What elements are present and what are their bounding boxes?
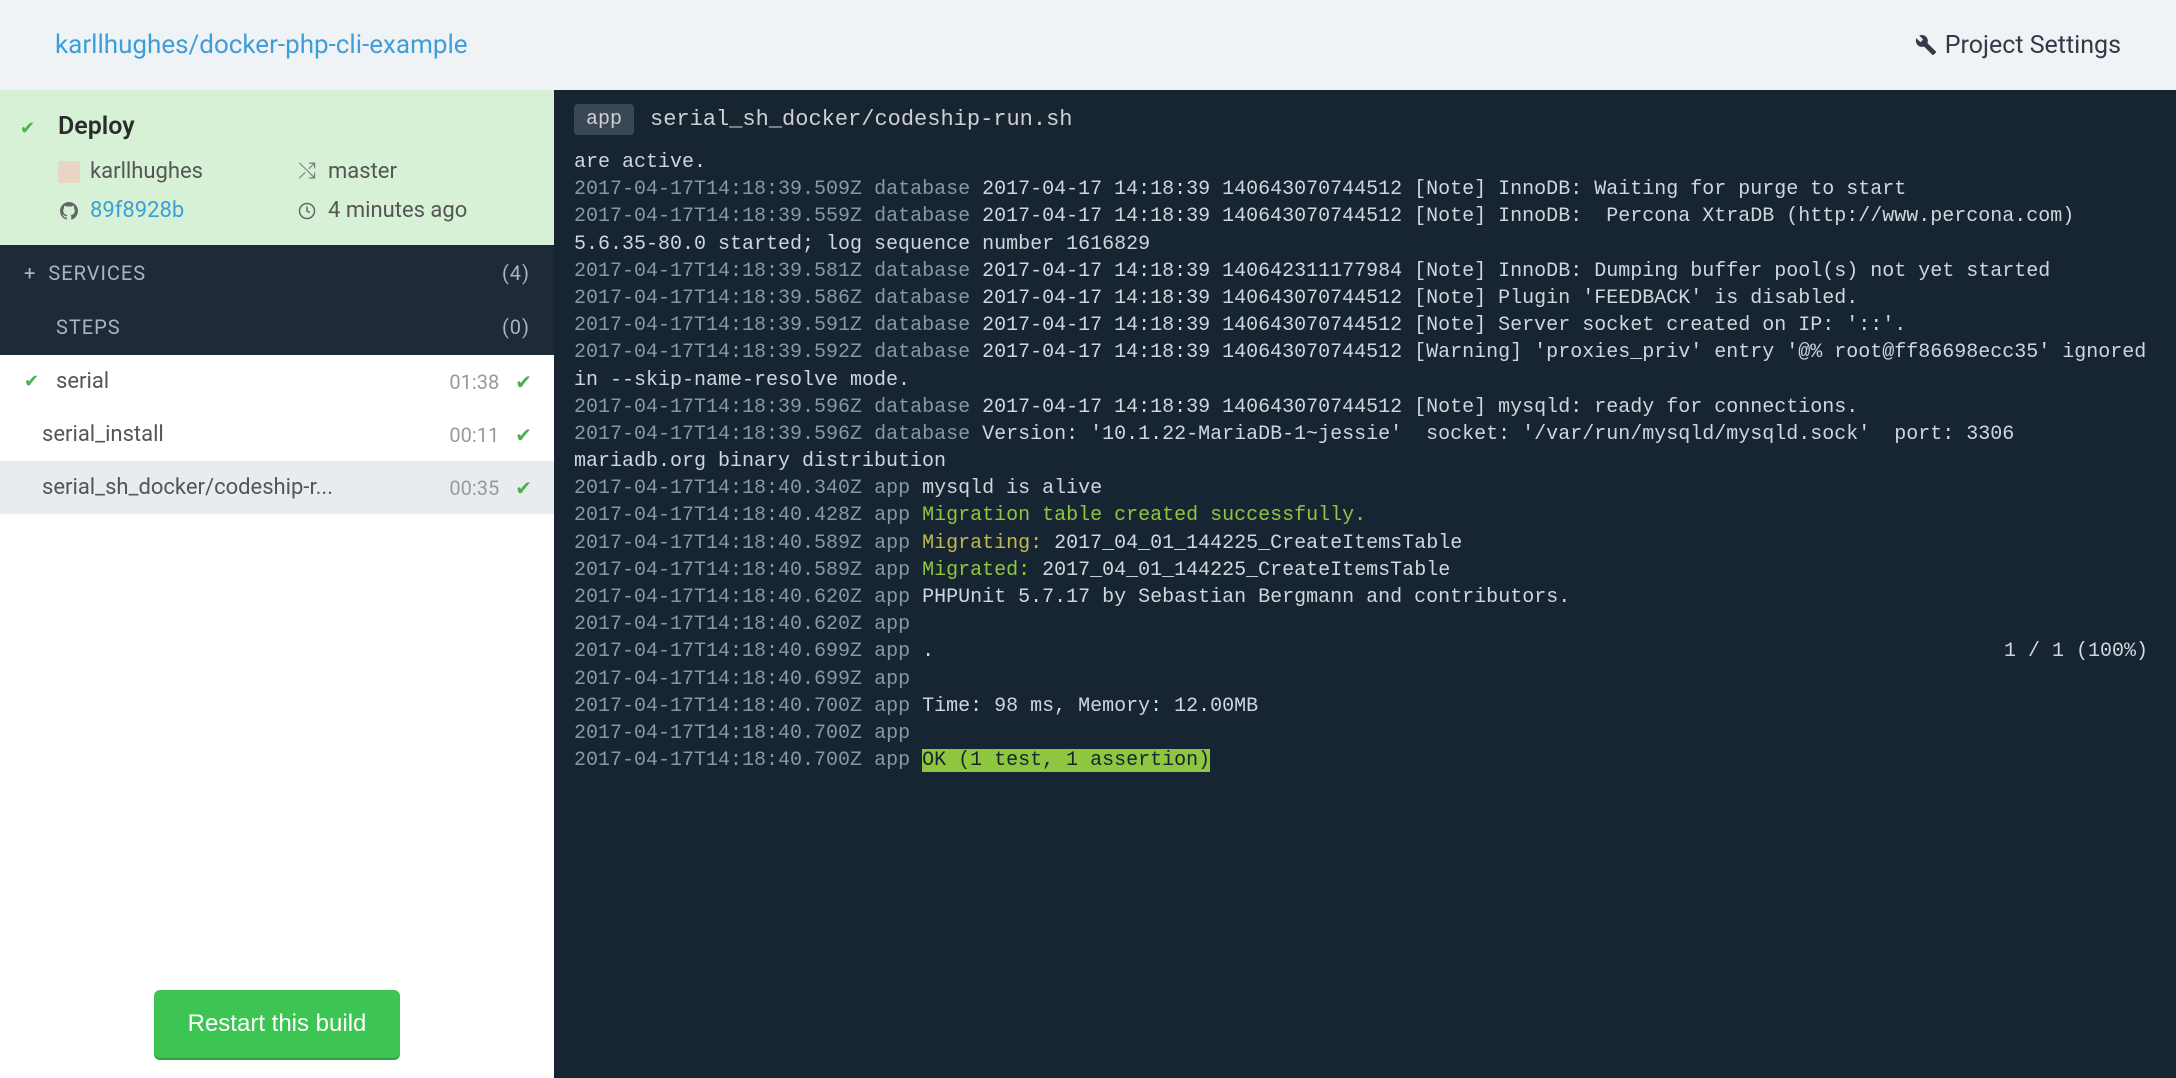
github-icon <box>58 200 80 222</box>
log-line: are active. <box>574 149 2156 176</box>
services-header[interactable]: + SERVICES (4) <box>0 245 554 301</box>
log-panel: app serial_sh_docker/codeship-run.sh are… <box>554 90 2176 1078</box>
steps-label: STEPS <box>56 315 121 339</box>
log-line: 2017-04-17T14:18:40.428Z app Migration t… <box>574 502 2156 529</box>
chevron-down-icon: ✔ <box>24 371 39 392</box>
check-icon: ✔ <box>515 476 532 500</box>
step-name: serial_install <box>42 422 164 447</box>
project-settings-label: Project Settings <box>1945 31 2121 60</box>
log-line: 2017-04-17T14:18:39.581Z database 2017-0… <box>574 258 2156 285</box>
log-path: serial_sh_docker/codeship-run.sh <box>650 107 1072 132</box>
step-time: 01:38 <box>449 370 499 394</box>
deploy-user[interactable]: karllhughes <box>58 159 296 184</box>
restart-build-button[interactable]: Restart this build <box>154 990 401 1058</box>
log-line: 2017-04-17T14:18:40.700Z app OK (1 test,… <box>574 747 2156 774</box>
avatar <box>58 161 80 183</box>
step-serial[interactable]: ✔ serial 01:38 ✔ <box>0 355 554 408</box>
log-line: 2017-04-17T14:18:40.620Z app <box>574 611 2156 638</box>
log-line: 2017-04-17T14:18:40.620Z app PHPUnit 5.7… <box>574 584 2156 611</box>
deploy-commit[interactable]: 89f8928b <box>58 198 296 223</box>
log-line: 2017-04-17T14:18:39.509Z database 2017-0… <box>574 176 2156 203</box>
shuffle-icon: ⤭ <box>296 161 318 183</box>
step-serial-install[interactable]: serial_install 00:11 ✔ <box>0 408 554 461</box>
check-icon: ✔ <box>515 423 532 447</box>
log-body[interactable]: are active.2017-04-17T14:18:39.509Z data… <box>554 149 2176 1078</box>
repo-link[interactable]: karllhughes/docker-php-cli-example <box>55 30 468 60</box>
clock-icon <box>296 200 318 222</box>
services-count: (4) <box>502 261 530 285</box>
steps-header[interactable]: STEPS (0) <box>0 301 554 355</box>
plus-icon: + <box>24 261 36 285</box>
check-icon: ✔ <box>20 118 35 139</box>
app-badge: app <box>574 104 634 135</box>
log-line: 2017-04-17T14:18:40.700Z app Time: 98 ms… <box>574 693 2156 720</box>
log-line: 2017-04-17T14:18:40.699Z app <box>574 666 2156 693</box>
step-name: serial <box>56 369 109 394</box>
log-line: 2017-04-17T14:18:40.589Z app Migrating: … <box>574 530 2156 557</box>
services-label: SERVICES <box>48 261 146 285</box>
project-settings-link[interactable]: Project Settings <box>1915 31 2121 60</box>
deploy-commit-label: 89f8928b <box>90 198 184 223</box>
log-header: app serial_sh_docker/codeship-run.sh <box>554 90 2176 149</box>
check-icon: ✔ <box>515 370 532 394</box>
log-line: 2017-04-17T14:18:39.592Z database 2017-0… <box>574 339 2156 393</box>
sidebar: ✔ Deploy karllhughes ⤭ master 89f8928b <box>0 90 554 1078</box>
log-line: 2017-04-17T14:18:39.559Z database 2017-0… <box>574 203 2156 257</box>
deploy-branch[interactable]: ⤭ master <box>296 159 534 184</box>
deploy-title: Deploy <box>58 112 534 141</box>
deploy-time-label: 4 minutes ago <box>328 198 467 223</box>
log-line: 2017-04-17T14:18:39.586Z database 2017-0… <box>574 285 2156 312</box>
log-line: 2017-04-17T14:18:39.596Z database 2017-0… <box>574 394 2156 421</box>
step-time: 00:35 <box>449 476 499 500</box>
log-line: 2017-04-17T14:18:39.596Z database Versio… <box>574 421 2156 475</box>
wrench-icon <box>1915 34 1937 56</box>
step-name: serial_sh_docker/codeship-r... <box>42 475 333 500</box>
steps-count: (0) <box>502 315 530 339</box>
deploy-time: 4 minutes ago <box>296 198 534 223</box>
deploy-user-label: karllhughes <box>90 159 203 184</box>
step-time: 00:11 <box>449 423 499 447</box>
log-line: 2017-04-17T14:18:40.700Z app <box>574 720 2156 747</box>
log-line: 2017-04-17T14:18:40.340Z app mysqld is a… <box>574 475 2156 502</box>
deploy-branch-label: master <box>328 159 397 184</box>
deploy-card: ✔ Deploy karllhughes ⤭ master 89f8928b <box>0 90 554 245</box>
log-line: 2017-04-17T14:18:40.589Z app Migrated: 2… <box>574 557 2156 584</box>
log-line: 2017-04-17T14:18:39.591Z database 2017-0… <box>574 312 2156 339</box>
step-serial-sh-docker[interactable]: serial_sh_docker/codeship-r... 00:35 ✔ <box>0 461 554 514</box>
log-line: 2017-04-17T14:18:40.699Z app .1 / 1 (100… <box>574 638 2156 665</box>
